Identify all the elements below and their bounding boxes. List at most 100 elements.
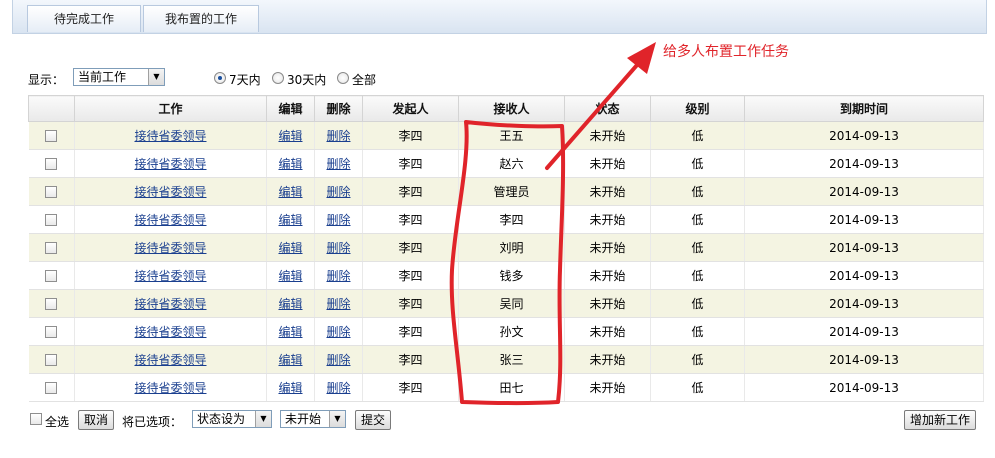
edit-link[interactable]: 编辑	[278, 129, 302, 143]
edit-link[interactable]: 编辑	[278, 241, 302, 255]
work-cell: 接待省委领导	[74, 205, 267, 234]
column-header[interactable]: 发起人	[362, 95, 459, 122]
row-checkbox[interactable]	[45, 158, 58, 170]
row-checkbox[interactable]	[45, 382, 58, 394]
delete-cell: 删除	[314, 121, 363, 150]
delete-link[interactable]: 删除	[326, 269, 350, 283]
edit-link[interactable]: 编辑	[278, 325, 302, 339]
column-header[interactable]: 工作	[74, 95, 267, 122]
work-link[interactable]: 接待省委领导	[134, 129, 206, 143]
row-checkbox[interactable]	[45, 354, 58, 366]
level-cell: 低	[650, 261, 745, 290]
add-work-button[interactable]: 增加新工作	[904, 410, 977, 430]
row-checkbox[interactable]	[45, 186, 58, 198]
work-link[interactable]: 接待省委领导	[134, 297, 206, 311]
edit-link[interactable]: 编辑	[278, 381, 302, 395]
delete-link[interactable]: 删除	[326, 381, 350, 395]
work-type-select-value: 当前工作	[78, 70, 127, 84]
table-row: 接待省委领导 编辑 删除 李四 孙文 未开始低 2014-09-13	[28, 317, 984, 346]
level-cell: 低	[650, 373, 745, 402]
edit-link[interactable]: 编辑	[278, 353, 302, 367]
submit-button[interactable]: 提交	[355, 410, 392, 430]
status-cell: 未开始	[564, 373, 651, 402]
column-header[interactable]: 接收人	[458, 95, 565, 122]
select-all-checkbox[interactable]	[30, 413, 42, 425]
work-cell: 接待省委领导	[74, 233, 267, 262]
delete-link[interactable]: 删除	[326, 241, 350, 255]
sender-cell: 李四	[362, 177, 459, 206]
table-row: 接待省委领导 编辑 删除 李四 赵六 未开始低 2014-09-13	[28, 149, 984, 178]
edit-cell: 编辑	[266, 233, 315, 262]
row-checkbox[interactable]	[45, 130, 58, 142]
range-7days-radio[interactable]	[214, 72, 226, 84]
receiver-cell: 李四	[458, 205, 565, 234]
range-7days-label: 7天内	[229, 73, 261, 87]
level-cell: 低	[650, 289, 745, 318]
delete-link[interactable]: 删除	[326, 129, 350, 143]
delete-cell: 删除	[314, 261, 363, 290]
status-select[interactable]: 未开始 ▼	[280, 410, 346, 428]
edit-cell: 编辑	[266, 149, 315, 178]
status-cell: 未开始	[564, 261, 651, 290]
row-checkbox[interactable]	[45, 214, 58, 226]
sender-cell: 李四	[362, 261, 459, 290]
status-cell: 未开始	[564, 289, 651, 318]
due-date-cell: 2014-09-13	[744, 233, 984, 262]
row-select-cell	[28, 289, 75, 318]
edit-link[interactable]: 编辑	[278, 185, 302, 199]
delete-link[interactable]: 删除	[326, 185, 350, 199]
range-all-radio[interactable]	[337, 72, 349, 84]
work-link[interactable]: 接待省委领导	[134, 353, 206, 367]
edit-link[interactable]: 编辑	[278, 297, 302, 311]
table-header-row: 工作 编辑 删除 发起人 接收人 状态 级别 到期时间	[28, 95, 984, 122]
sender-cell: 李四	[362, 345, 459, 374]
receiver-cell: 赵六	[458, 149, 565, 178]
table-row: 接待省委领导 编辑 删除 李四 钱多 未开始低 2014-09-13	[28, 261, 984, 290]
status-cell: 未开始	[564, 149, 651, 178]
edit-link[interactable]: 编辑	[278, 269, 302, 283]
table-row: 接待省委领导 编辑 删除 李四 田七 未开始低 2014-09-13	[28, 373, 984, 402]
work-link[interactable]: 接待省委领导	[134, 241, 206, 255]
table-row: 接待省委领导 编辑 删除 李四 管理员 未开始低 2014-09-13	[28, 177, 984, 206]
action-select-value: 状态设为	[197, 412, 246, 426]
row-select-cell	[28, 261, 75, 290]
row-checkbox[interactable]	[45, 242, 58, 254]
row-checkbox[interactable]	[45, 270, 58, 282]
edit-link[interactable]: 编辑	[278, 157, 302, 171]
column-header[interactable]: 到期时间	[744, 95, 984, 122]
chevron-down-icon: ▼	[255, 411, 271, 427]
row-select-cell	[28, 149, 75, 178]
column-header-select	[28, 95, 75, 122]
status-cell: 未开始	[564, 345, 651, 374]
delete-link[interactable]: 删除	[326, 157, 350, 171]
delete-link[interactable]: 删除	[326, 213, 350, 227]
work-cell: 接待省委领导	[74, 289, 267, 318]
column-header[interactable]: 删除	[314, 95, 363, 122]
action-select[interactable]: 状态设为 ▼	[192, 410, 272, 428]
row-select-cell	[28, 317, 75, 346]
range-30days-radio[interactable]	[272, 72, 284, 84]
level-cell: 低	[650, 233, 745, 262]
edit-link[interactable]: 编辑	[278, 213, 302, 227]
column-header[interactable]: 编辑	[266, 95, 315, 122]
row-checkbox[interactable]	[45, 326, 58, 338]
tab-pending-work[interactable]: 待完成工作	[27, 5, 141, 32]
annotation-arrow-head	[627, 42, 656, 74]
tab-assigned-work[interactable]: 我布置的工作	[143, 5, 259, 32]
delete-link[interactable]: 删除	[326, 353, 350, 367]
work-link[interactable]: 接待省委领导	[134, 157, 206, 171]
work-link[interactable]: 接待省委领导	[134, 213, 206, 227]
work-type-select[interactable]: 当前工作 ▼	[73, 68, 165, 86]
receiver-cell: 王五	[458, 121, 565, 150]
cancel-button[interactable]: 取消	[78, 410, 115, 430]
column-header[interactable]: 状态	[564, 95, 651, 122]
work-link[interactable]: 接待省委领导	[134, 185, 206, 199]
delete-link[interactable]: 删除	[326, 325, 350, 339]
edit-cell: 编辑	[266, 289, 315, 318]
row-checkbox[interactable]	[45, 298, 58, 310]
work-link[interactable]: 接待省委领导	[134, 381, 206, 395]
work-link[interactable]: 接待省委领导	[134, 269, 206, 283]
delete-link[interactable]: 删除	[326, 297, 350, 311]
work-link[interactable]: 接待省委领导	[134, 325, 206, 339]
column-header[interactable]: 级别	[650, 95, 745, 122]
